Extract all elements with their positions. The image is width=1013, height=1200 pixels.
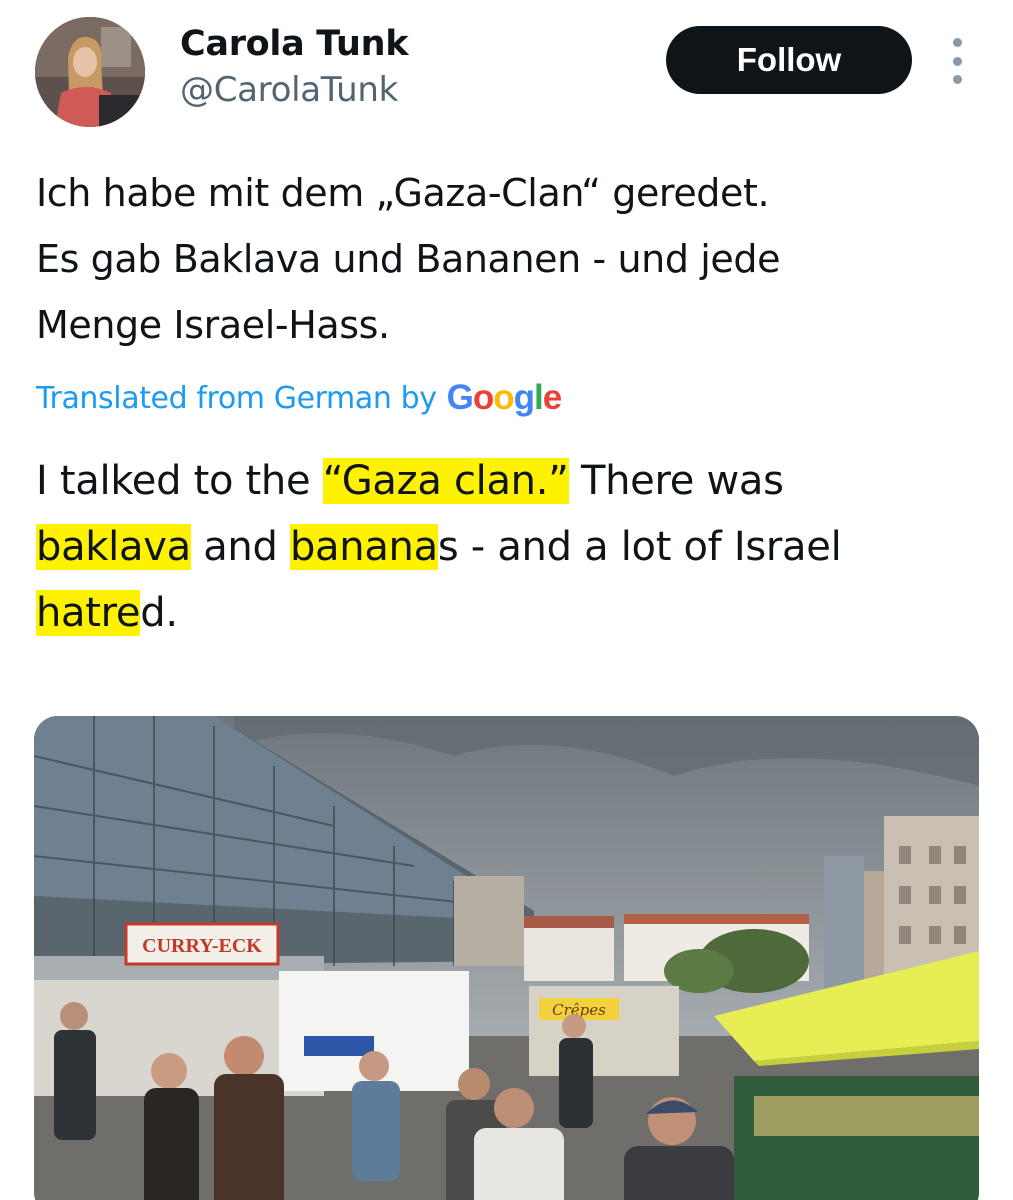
author-handle[interactable]: @CarolaTunk (180, 68, 408, 112)
text-segment: There was (568, 458, 784, 504)
translation-line-1: I talked to the “Gaza clan.” There was (36, 448, 996, 514)
original-line: Es gab Baklava und Bananen - und jede (36, 237, 781, 281)
translation-line-2: baklava and bananas - and a lot of Israe… (36, 514, 996, 580)
highlighted-text: “Gaza clan.” (322, 456, 569, 506)
author-names[interactable]: Carola Tunk @CarolaTunk (180, 22, 409, 112)
google-logo: Google (446, 378, 563, 418)
tweet-header: Carola Tunk @CarolaTunk Follow (0, 0, 1013, 140)
google-logo-letter: o (472, 378, 494, 417)
curry-sign-text: CURRY-ECK (142, 935, 262, 957)
more-options-icon[interactable] (944, 38, 970, 84)
tweet-photo[interactable]: CURRY-ECK Crêpes (34, 716, 979, 1200)
tweet-translated-text: I talked to the “Gaza clan.” There was b… (36, 448, 996, 646)
google-logo-letter: G (446, 378, 474, 417)
original-line: Menge Israel-Hass. (36, 303, 390, 347)
highlighted-text: baklava (36, 522, 191, 572)
translation-line-3: hatred. (36, 580, 996, 646)
google-logo-letter: l (534, 378, 544, 417)
text-segment: s - and a lot of Israel (437, 524, 842, 570)
translation-attribution[interactable]: Translated from German by Google (36, 374, 563, 422)
google-logo-letter: g (513, 378, 535, 417)
highlighted-text: banana (289, 522, 438, 572)
translated-label[interactable]: Translated from German by (36, 381, 437, 416)
text-segment: and (190, 524, 290, 570)
author-display-name[interactable]: Carola Tunk (180, 22, 409, 66)
follow-button[interactable]: Follow (666, 26, 912, 94)
original-line: Ich habe mit dem „Gaza-Clan“ geredet. (36, 171, 770, 215)
tweet-original-text: Ich habe mit dem „Gaza-Clan“ geredet. Es… (36, 160, 986, 358)
author-avatar[interactable] (35, 17, 145, 127)
google-logo-letter: o (493, 378, 514, 417)
google-logo-letter: e (542, 378, 562, 417)
highlighted-text: hatre (36, 588, 141, 638)
text-segment: d. (140, 590, 178, 636)
text-segment: I talked to the (36, 458, 323, 504)
